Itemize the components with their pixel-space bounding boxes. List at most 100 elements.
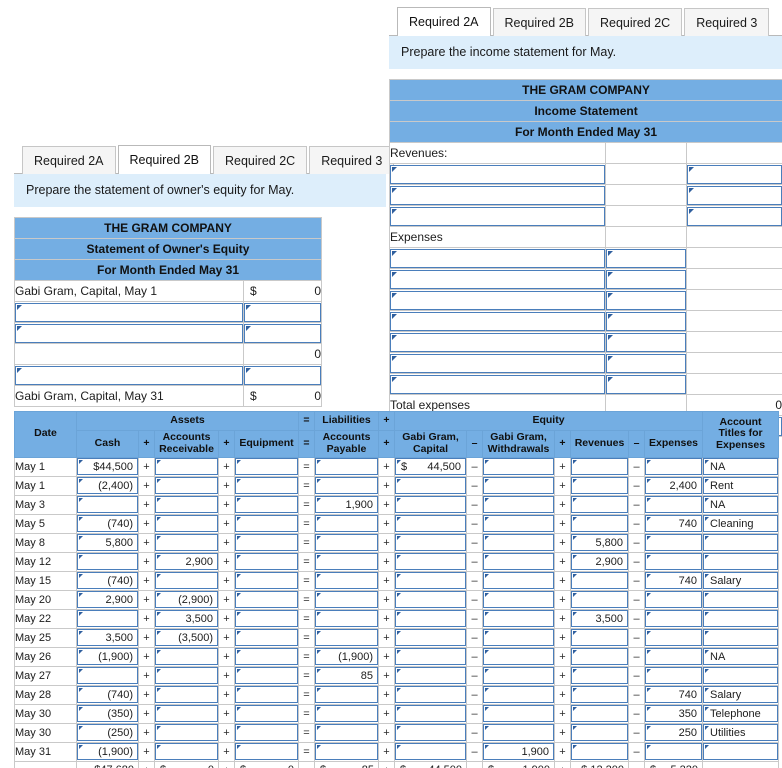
accounts-payable-cell-11[interactable]: 85 — [314, 665, 379, 686]
expenses-cell-15[interactable] — [643, 741, 704, 762]
withdrawals-cell-2-input[interactable] — [483, 496, 554, 513]
income-account-input-8[interactable] — [390, 311, 605, 331]
withdrawals-cell-12[interactable] — [482, 684, 555, 705]
account-title-cell-13[interactable]: Telephone — [702, 703, 780, 724]
cash-cell-9-input[interactable]: 3,500 — [77, 629, 138, 646]
income-right-box-3[interactable] — [687, 206, 782, 226]
income-mid-input-7[interactable] — [605, 289, 687, 311]
income-account-select-11[interactable] — [389, 373, 606, 395]
capital-cell-8-input[interactable] — [395, 610, 466, 627]
account-title-cell-9-input[interactable] — [703, 629, 779, 646]
cash-cell-2[interactable] — [76, 494, 139, 515]
accounts-payable-cell-6[interactable] — [314, 570, 379, 591]
revenues-cell-15-input[interactable] — [571, 743, 628, 760]
cash-cell-2-input[interactable] — [77, 496, 138, 513]
equipment-cell-10[interactable] — [234, 646, 299, 667]
revenues-cell-3-input[interactable] — [571, 515, 628, 532]
account-title-cell-13-input[interactable]: Telephone — [703, 705, 779, 722]
expenses-cell-9-input[interactable] — [645, 629, 703, 646]
account-title-cell-14-input[interactable]: Utilities — [703, 724, 779, 741]
capital-cell-3[interactable] — [394, 513, 467, 534]
capital-cell-2[interactable] — [394, 494, 467, 515]
account-title-cell-2[interactable]: NA — [702, 494, 780, 515]
cash-cell-12-input[interactable]: (740) — [77, 686, 138, 703]
equipment-cell-2[interactable] — [234, 494, 299, 515]
accounts-receivable-cell-2[interactable] — [154, 494, 219, 515]
accounts-payable-cell-1-input[interactable] — [315, 477, 378, 494]
capital-cell-7[interactable] — [394, 589, 467, 610]
withdrawals-cell-8[interactable] — [482, 608, 555, 629]
accounts-receivable-cell-1-input[interactable] — [155, 477, 218, 494]
withdrawals-cell-2[interactable] — [482, 494, 555, 515]
equity-account-select-1[interactable] — [14, 301, 244, 323]
withdrawals-cell-13-input[interactable] — [483, 705, 554, 722]
capital-cell-5[interactable] — [394, 551, 467, 572]
expenses-cell-13-input[interactable]: 350 — [645, 705, 703, 722]
account-title-cell-12[interactable]: Salary — [702, 684, 780, 705]
equipment-cell-7-input[interactable] — [235, 591, 298, 608]
accounts-receivable-cell-8-input[interactable]: 3,500 — [155, 610, 218, 627]
accounts-payable-cell-12[interactable] — [314, 684, 379, 705]
withdrawals-cell-14[interactable] — [482, 722, 555, 743]
income-mid-input-9[interactable] — [605, 331, 687, 353]
withdrawals-cell-5-input[interactable] — [483, 553, 554, 570]
equipment-cell-4[interactable] — [234, 532, 299, 553]
revenues-cell-4[interactable]: 5,800 — [570, 532, 629, 553]
account-title-cell-8-input[interactable] — [703, 610, 779, 627]
income-account-select-5[interactable] — [389, 247, 606, 269]
accounts-payable-cell-11-input[interactable]: 85 — [315, 667, 378, 684]
accounts-payable-cell-14-input[interactable] — [315, 724, 378, 741]
capital-cell-6[interactable] — [394, 570, 467, 591]
equipment-cell-15[interactable] — [234, 741, 299, 762]
revenues-cell-0[interactable] — [570, 456, 629, 477]
account-title-cell-11-input[interactable] — [703, 667, 779, 684]
accounts-receivable-cell-14-input[interactable] — [155, 724, 218, 741]
accounts-payable-cell-13[interactable] — [314, 703, 379, 724]
equity-account-input-1[interactable] — [15, 302, 243, 322]
account-title-cell-6-input[interactable]: Salary — [703, 572, 779, 589]
capital-cell-8[interactable] — [394, 608, 467, 629]
expenses-cell-5[interactable] — [643, 551, 704, 572]
cash-cell-0[interactable]: $44,500 — [76, 456, 139, 477]
revenues-cell-7-input[interactable] — [571, 591, 628, 608]
accounts-receivable-cell-10[interactable] — [154, 646, 219, 667]
income-right-box-1[interactable] — [687, 164, 782, 184]
income-account-input-6[interactable] — [390, 269, 605, 289]
income-mid-box-11[interactable] — [606, 374, 686, 394]
equipment-cell-9-input[interactable] — [235, 629, 298, 646]
expenses-cell-8[interactable] — [643, 608, 704, 629]
equipment-cell-5-input[interactable] — [235, 553, 298, 570]
equipment-cell-11-input[interactable] — [235, 667, 298, 684]
income-mid-input-10[interactable] — [605, 352, 687, 374]
expenses-cell-1-input[interactable]: 2,400 — [645, 477, 703, 494]
equipment-cell-1-input[interactable] — [235, 477, 298, 494]
withdrawals-cell-4-input[interactable] — [483, 534, 554, 551]
income-mid-box-7[interactable] — [606, 290, 686, 310]
equity-amount-box-4[interactable] — [244, 365, 321, 385]
capital-cell-6-input[interactable] — [395, 572, 466, 589]
revenues-cell-15[interactable] — [570, 741, 629, 762]
account-title-cell-7[interactable] — [702, 589, 780, 610]
capital-cell-15-input[interactable] — [395, 743, 466, 760]
income-right-input-3[interactable] — [685, 205, 782, 227]
capital-cell-4-input[interactable] — [395, 534, 466, 551]
capital-cell-5-input[interactable] — [395, 553, 466, 570]
account-title-cell-1-input[interactable]: Rent — [703, 477, 779, 494]
income-mid-input-5[interactable] — [605, 247, 687, 269]
accounts-receivable-cell-2-input[interactable] — [155, 496, 218, 513]
withdrawals-cell-10-input[interactable] — [483, 648, 554, 665]
accounts-payable-cell-8-input[interactable] — [315, 610, 378, 627]
equity-account-input-4[interactable] — [15, 365, 243, 385]
equity-tab-required-3[interactable]: Required 3 — [309, 145, 395, 174]
revenues-cell-4-input[interactable]: 5,800 — [571, 534, 628, 551]
expenses-cell-14[interactable]: 250 — [643, 722, 704, 743]
expenses-cell-3[interactable]: 740 — [643, 513, 704, 534]
withdrawals-cell-10[interactable] — [482, 646, 555, 667]
cash-cell-14-input[interactable]: (250) — [77, 724, 138, 741]
withdrawals-cell-6[interactable] — [482, 570, 555, 591]
equity-account-select-2[interactable] — [14, 322, 244, 344]
income-account-input-3[interactable] — [390, 206, 605, 226]
withdrawals-cell-0-input[interactable] — [483, 458, 554, 475]
accounts-receivable-cell-15-input[interactable] — [155, 743, 218, 760]
income-account-input-7[interactable] — [390, 290, 605, 310]
